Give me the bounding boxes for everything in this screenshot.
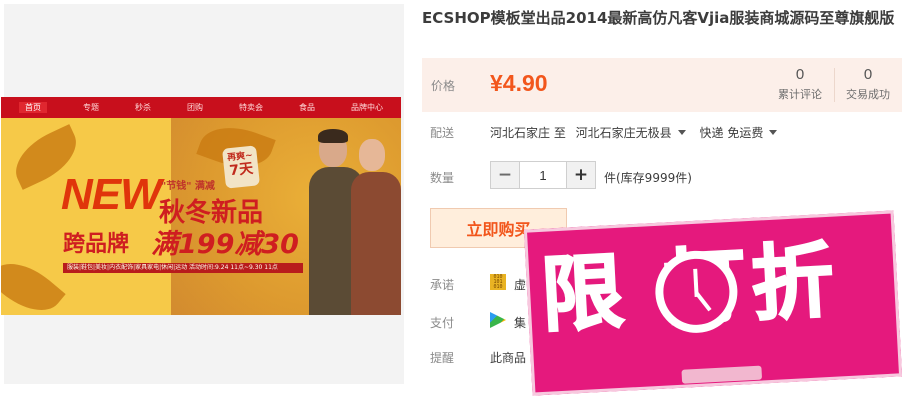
stat-divider — [834, 68, 835, 102]
banner-nav-item: 首页 — [19, 102, 47, 113]
banner-crossbrand-text: 跨品牌 — [63, 232, 130, 257]
promise-label: 承诺 — [430, 278, 455, 292]
shipping-value: 河北石家庄 至 河北石家庄无极县 快递 免运费 — [490, 124, 787, 141]
model-coat — [351, 172, 401, 315]
shipping-label: 配送 — [430, 126, 455, 140]
model-hair — [318, 129, 348, 143]
banner-nav-item: 团购 — [187, 103, 203, 112]
deals-count: 0 — [863, 66, 873, 83]
banner-discount-text: 满199减30 — [151, 229, 299, 260]
shipping-method: 快递 免运费 — [699, 126, 764, 140]
payment-method-icon — [490, 312, 506, 328]
price-value: ¥4.90 — [490, 70, 548, 96]
quantity-input[interactable] — [519, 162, 567, 188]
decrease-button[interactable]: − — [491, 162, 519, 188]
banner-jieqian-text: "节钱" 满减 — [161, 181, 215, 192]
model-head — [359, 139, 385, 171]
shipping-method-select[interactable]: 快递 免运费 — [700, 126, 788, 140]
product-title: ECSHOP模板堂出品2014最新高仿凡客Vjia服装商城源码至尊旗舰版 — [422, 9, 895, 27]
banner-nav-item: 品牌中心 — [351, 103, 383, 112]
reminder-label: 提醒 — [430, 351, 455, 365]
stock-text: 件(库存9999件) — [604, 171, 692, 185]
deals-label: 交易成功 — [846, 88, 890, 101]
promise-icon: 010 101 010 — [490, 274, 506, 290]
quantity-stepper: − + — [490, 161, 596, 189]
deals-stat: 0 交易成功 — [840, 66, 896, 102]
shipping-from: 河北石家庄 至 — [490, 126, 566, 140]
price-box: 价格 ¥4.90 0 累计评论 0 交易成功 — [422, 58, 902, 112]
banner-nav-item: 食品 — [299, 103, 315, 112]
shipping-destination: 河北石家庄无极县 — [575, 126, 672, 140]
flash-sale-ribbon — [681, 365, 763, 384]
price-label: 价格 — [431, 79, 456, 93]
leaf-decoration — [1, 249, 66, 315]
payment-label: 支付 — [430, 316, 455, 330]
payment-value: 集 — [514, 316, 527, 330]
product-page: 首页 专题 秒杀 团购 特卖会 食品 品牌中心 NEW "节钱" 满减 秋冬新品… — [0, 0, 902, 408]
product-main-image[interactable]: 首页 专题 秒杀 团购 特卖会 食品 品牌中心 NEW "节钱" 满减 秋冬新品… — [1, 97, 401, 315]
chevron-down-icon — [769, 130, 778, 135]
banner-nav-item: 秒杀 — [135, 103, 151, 112]
banner-nav-item: 专题 — [83, 103, 99, 112]
increase-button[interactable]: + — [567, 162, 595, 188]
shipping-destination-select[interactable]: 河北石家庄无极县 — [576, 126, 696, 140]
banner-models-photo — [301, 127, 401, 315]
flash-sale-badge: 限 打折 — [523, 210, 902, 396]
quantity-label: 数量 — [430, 171, 455, 185]
banner-days-badge: 再爽~ 7天 — [222, 145, 260, 189]
reviews-stat[interactable]: 0 累计评论 — [772, 66, 828, 102]
banner-nav-item: 特卖会 — [239, 103, 263, 112]
clock-hand — [694, 291, 712, 312]
chevron-down-icon — [677, 130, 686, 135]
banner-category-strip: 服装|鞋包|美妆|内衣配饰|家具家电|休闲|运动 活动时间:9.24 11点~9… — [63, 263, 303, 273]
reviews-label: 累计评论 — [778, 88, 822, 101]
reviews-count: 0 — [795, 66, 805, 83]
banner-nav: 首页 专题 秒杀 团购 特卖会 食品 品牌中心 — [1, 97, 401, 118]
banner-days-big: 7天 — [228, 160, 254, 180]
promise-value: 虚 — [514, 278, 527, 292]
banner-new-text: NEW — [61, 170, 162, 219]
reminder-value: 此商品 — [490, 351, 527, 365]
